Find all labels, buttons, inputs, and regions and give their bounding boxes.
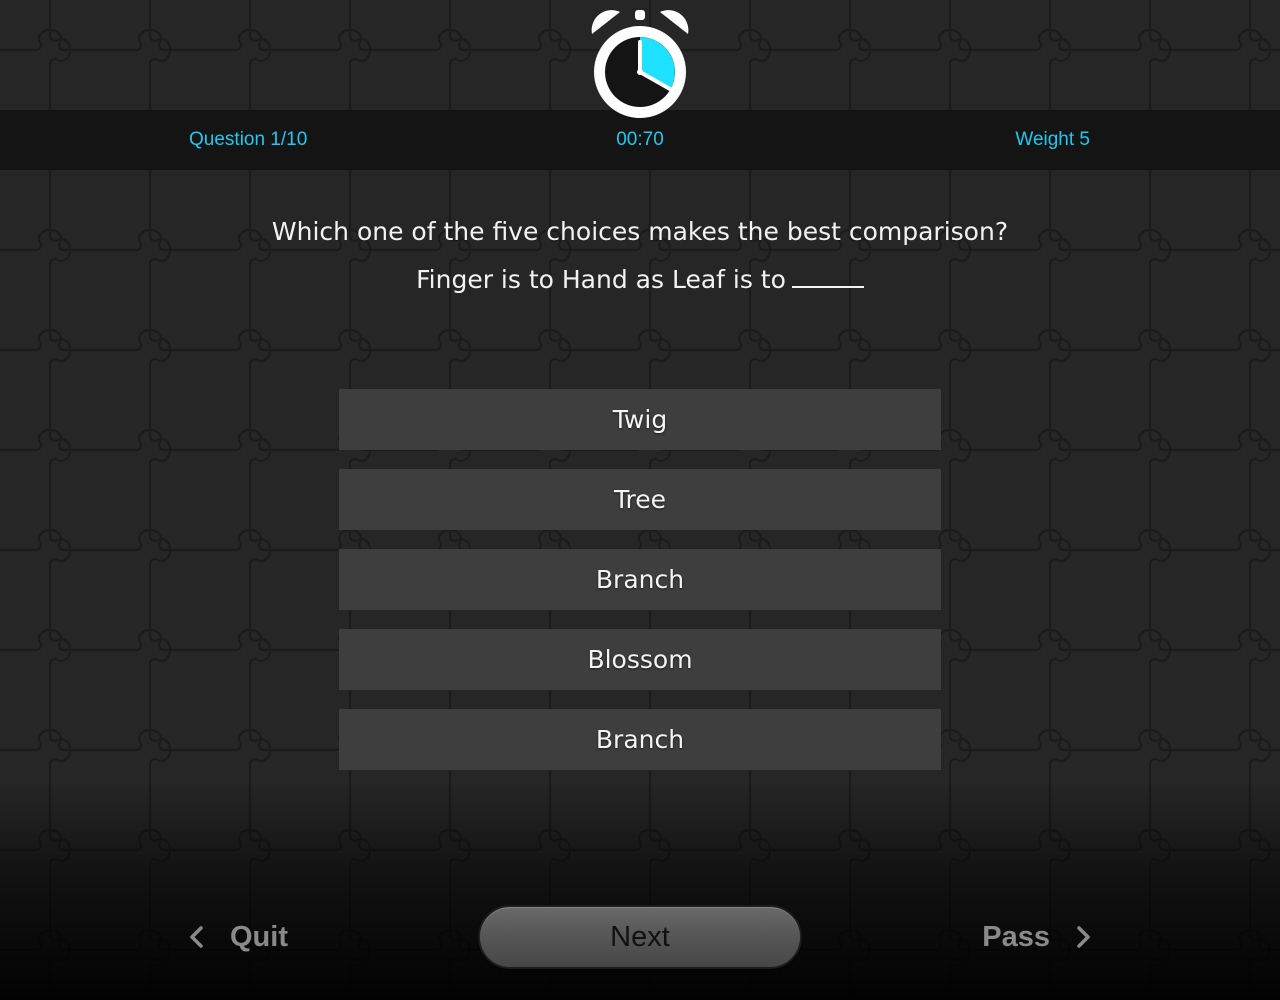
chevron-left-icon [190,926,203,948]
choice-button[interactable]: Twig [339,389,941,450]
question-counter: Question 1/10 [189,129,308,150]
answer-choices: Twig Tree Branch Blossom Branch [339,389,941,789]
chevron-right-icon [1077,926,1090,948]
pass-label: Pass [982,921,1050,953]
next-button[interactable]: Next [478,905,802,969]
alarm-clock-icon [591,10,689,118]
pass-button[interactable]: Pass [982,912,1096,962]
answer-blank [791,270,864,288]
question-analogy: Finger is to Hand as Leaf is to [416,265,786,294]
question-prompt: Which one of the five choices makes the … [271,217,1009,246]
quit-button[interactable]: Quit [184,912,288,962]
choice-button[interactable]: Branch [339,549,941,610]
choice-button[interactable]: Branch [339,709,941,770]
quit-label: Quit [230,921,288,953]
question-weight: Weight 5 [1015,129,1090,150]
question-text: Which one of the five choices makes the … [240,208,1040,304]
question-analogy-line: Finger is to Hand as Leaf is to [240,256,1040,304]
choice-button[interactable]: Blossom [339,629,941,690]
choice-button[interactable]: Tree [339,469,941,530]
